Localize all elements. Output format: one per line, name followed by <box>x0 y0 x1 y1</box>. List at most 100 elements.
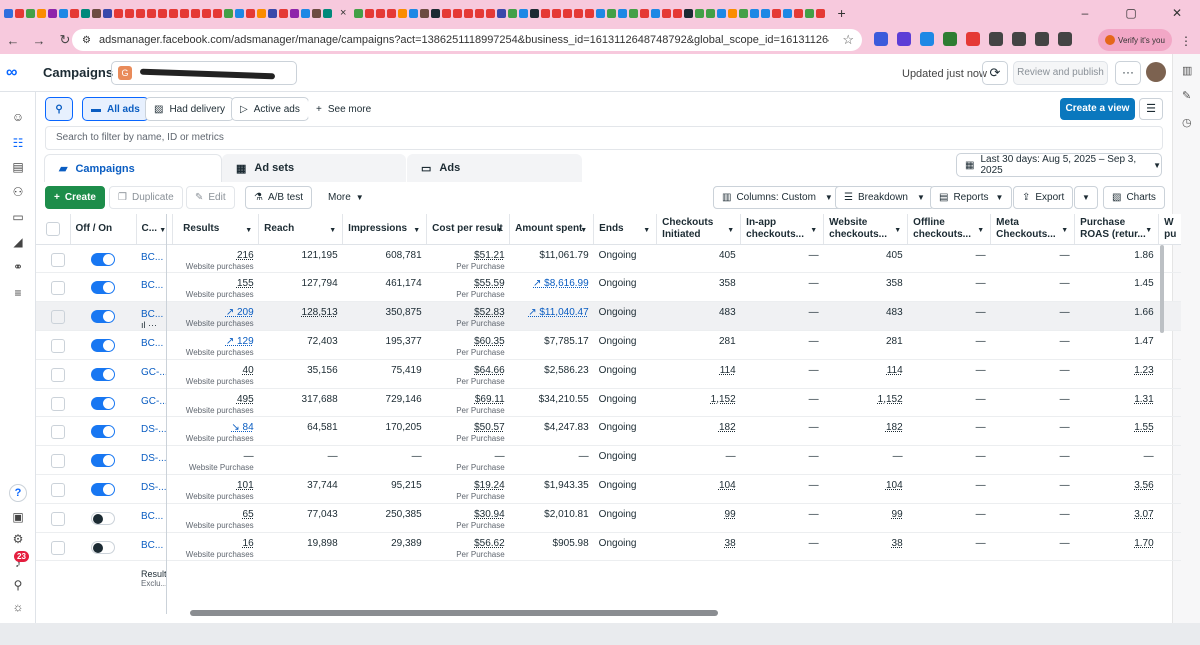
delivery-toggle-cell[interactable] <box>70 416 136 447</box>
campaign-name-cell[interactable]: DS-... <box>136 416 173 447</box>
row-select-cell[interactable] <box>36 330 70 360</box>
row-checkbox[interactable] <box>51 252 65 267</box>
delivery-toggle-cell[interactable] <box>70 301 136 332</box>
tab-favicon-icon[interactable] <box>26 8 35 18</box>
delivery-toggle[interactable] <box>91 540 115 554</box>
tab-favicon-icon[interactable] <box>607 8 617 18</box>
col-meta-checkouts[interactable]: Meta Checkouts... ▼ <box>990 214 1076 245</box>
col-reach[interactable]: Reach ▼ <box>258 214 344 245</box>
view-settings-button[interactable]: ☰ <box>1139 98 1163 120</box>
tab-favicon-icon[interactable] <box>114 8 123 18</box>
campaign-name-link[interactable]: GC-... <box>141 360 168 378</box>
campaign-name-link[interactable]: DS-... <box>141 417 168 435</box>
row-select-cell[interactable] <box>36 416 70 447</box>
reports-icon[interactable]: ▤ <box>10 160 26 174</box>
delivery-toggle[interactable] <box>91 310 115 324</box>
row-select-cell[interactable] <box>36 272 70 303</box>
delivery-toggle[interactable] <box>91 281 115 295</box>
tab-favicon-icon[interactable] <box>772 8 782 18</box>
horizontal-scrollbar[interactable] <box>190 610 718 616</box>
meta-logo-icon[interactable]: ∞ <box>6 64 28 81</box>
table-row[interactable]: BC... 16 Website purchases 19,898 29,389 $56.… <box>36 532 1182 562</box>
tab-favicon-icon[interactable] <box>312 8 321 18</box>
delivery-toggle[interactable] <box>91 396 115 410</box>
col-website-checkouts[interactable]: Website checkouts... ▼ <box>823 214 909 245</box>
campaign-name-cell[interactable]: GC-... <box>136 388 173 418</box>
maximize-button[interactable]: ▢ <box>1108 6 1154 20</box>
tab-favicon-icon[interactable] <box>761 8 771 18</box>
tab-favicon-icon[interactable] <box>136 8 145 18</box>
forward-icon[interactable]: → <box>26 33 52 48</box>
table-row[interactable]: BC... ıl ··· ↗ 209 Website purchases 128,513… <box>36 301 1182 332</box>
site-info-icon[interactable]: ⚙ <box>82 35 91 46</box>
had-delivery-filter[interactable]: ▨ Had delivery <box>145 97 235 121</box>
tab-favicon-icon[interactable] <box>530 8 540 18</box>
results-value[interactable]: ↗ 209 <box>178 302 254 319</box>
extension-icon[interactable] <box>920 32 934 46</box>
table-row[interactable]: DS-... 101 Website purchases 37,744 95,215 $1… <box>36 474 1182 504</box>
cost-per-result-value[interactable]: $60.35 <box>432 331 505 348</box>
results-value[interactable]: 216 <box>178 245 254 262</box>
results-value[interactable]: 155 <box>178 273 254 290</box>
tab-favicon-icon[interactable] <box>180 8 189 18</box>
tab-favicon-icon[interactable] <box>816 8 826 18</box>
tab-favicon-icon[interactable] <box>486 8 496 18</box>
table-row[interactable]: BC... 65 Website purchases 77,043 250,385 $30… <box>36 503 1182 533</box>
tab-favicon-icon[interactable] <box>70 8 79 18</box>
results-value[interactable]: ↗ 129 <box>178 331 254 348</box>
campaign-name-cell[interactable]: DS-... <box>136 474 173 504</box>
tab-favicon-icon[interactable] <box>629 8 639 18</box>
col-off-on[interactable]: Off / On <box>70 214 137 245</box>
delivery-toggle-cell[interactable] <box>70 359 136 389</box>
delivery-toggle-cell[interactable] <box>70 272 136 303</box>
delivery-toggle-cell[interactable] <box>70 532 136 562</box>
cost-per-result-value[interactable]: — <box>432 446 505 463</box>
create-view-button[interactable]: Create a view <box>1060 98 1135 120</box>
see-more-filter[interactable]: + See more <box>308 97 380 121</box>
all-tools-icon[interactable]: ≡ <box>10 286 26 300</box>
delivery-toggle-cell[interactable] <box>70 445 136 476</box>
table-row[interactable]: BC... 155 Website purchases 127,794 461,174 $… <box>36 272 1182 303</box>
row-select-cell[interactable] <box>36 474 70 504</box>
delivery-toggle[interactable] <box>91 339 115 353</box>
tab-favicon-icon[interactable] <box>15 8 24 18</box>
tab-favicon-icon[interactable] <box>739 8 749 18</box>
campaign-name-link[interactable]: DS-... <box>141 446 168 464</box>
user-avatar[interactable] <box>1146 62 1166 82</box>
col-purchase-roas[interactable]: Purchase ROAS (retur... ▼ <box>1074 214 1160 245</box>
create-button[interactable]: + Create <box>45 186 105 209</box>
tab-favicon-icon[interactable] <box>323 8 332 18</box>
delivery-toggle-cell[interactable] <box>70 388 136 418</box>
campaign-name-link[interactable]: BC... <box>141 302 168 320</box>
tab-favicon-icon[interactable] <box>805 8 815 18</box>
col-truncated[interactable]: Wpu <box>1158 214 1182 245</box>
col-inapp-checkouts[interactable]: In-app checkouts... ▼ <box>740 214 825 245</box>
account-selector[interactable]: G <box>111 61 297 85</box>
col-results[interactable]: Results ▼ <box>172 214 260 245</box>
account-overview-icon[interactable]: ☺ <box>10 110 26 124</box>
cost-per-result-value[interactable]: $51.21 <box>432 245 505 262</box>
tab-favicon-icon[interactable] <box>794 8 804 18</box>
extension-icon[interactable] <box>943 32 957 46</box>
results-value[interactable]: ↘ 84 <box>178 417 253 434</box>
row-checkbox[interactable] <box>51 367 65 382</box>
tab-favicon-icon[interactable] <box>684 8 694 18</box>
row-checkbox[interactable] <box>51 454 65 469</box>
tab-favicon-icon[interactable] <box>213 8 222 18</box>
table-row[interactable]: GC-... 40 Website purchases 35,156 75,419 $64… <box>36 359 1182 389</box>
results-value[interactable]: — <box>178 446 254 463</box>
col-checkouts-initiated[interactable]: Checkouts Initiated ▼ <box>656 214 742 245</box>
campaign-name-link[interactable]: DS-... <box>141 475 168 493</box>
delivery-toggle[interactable] <box>91 511 115 525</box>
cost-per-result-value[interactable]: $69.11 <box>432 389 505 406</box>
row-select-cell[interactable] <box>36 445 70 476</box>
new-tab-button[interactable]: + <box>837 5 845 21</box>
col-offline-checkouts[interactable]: Offline checkouts... ▼ <box>907 214 992 245</box>
cost-per-result-value[interactable]: $19.24 <box>432 475 505 492</box>
refresh-button[interactable]: ⟳ <box>982 61 1008 85</box>
bug-report-icon[interactable]: ☼ <box>10 600 26 614</box>
delivery-toggle-cell[interactable] <box>70 474 136 504</box>
campaign-name-cell[interactable]: BC... ıl ··· <box>136 301 173 332</box>
url-bar[interactable]: ⚙ adsmanager.facebook.com/adsmanager/man… <box>72 29 862 51</box>
edit-button[interactable]: ✎ Edit <box>186 186 235 209</box>
